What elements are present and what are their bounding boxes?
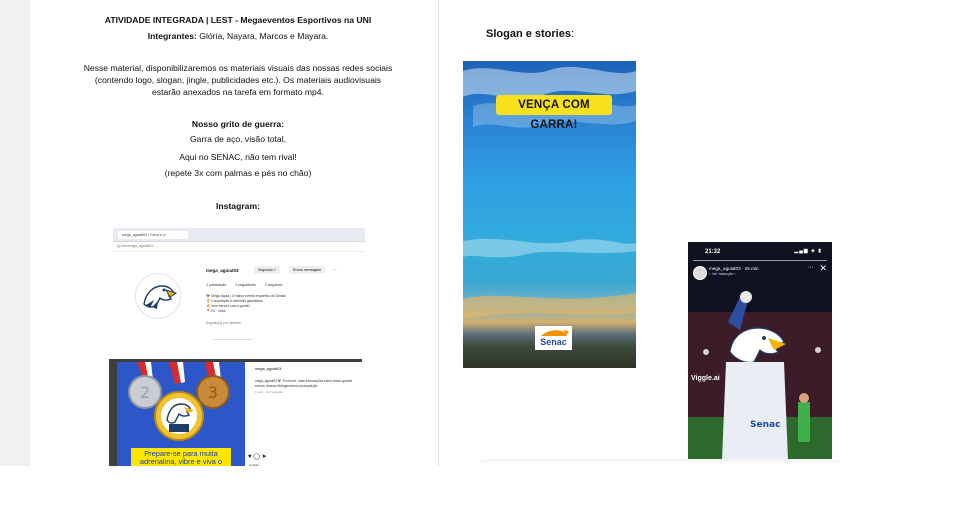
senac-logo-text: Senac: [540, 337, 567, 347]
followers-count: 2 seguidores: [235, 283, 256, 287]
viggle-watermark: Viggle.ai: [691, 375, 720, 382]
document-margin: [0, 0, 30, 468]
post-action-icons: ♥ ◯ ➤: [248, 454, 267, 460]
profile-bio: 🦅 Mega Águia | O maior evento esportivo …: [206, 294, 326, 314]
phone-clock: 21:32: [705, 249, 721, 255]
bottom-whitespace: [0, 466, 960, 509]
slogan-stories-heading: Slogan e stories:: [486, 28, 574, 40]
browser-address-bar: ig.com/mega_aguiatt03: [113, 242, 365, 252]
following-button: Seguindo ˅: [254, 266, 280, 274]
war-cry-line-1: Garra de aço, visão total,: [189, 134, 286, 144]
story-progress-bar: [693, 260, 827, 261]
svg-text:2: 2: [140, 383, 150, 402]
followed-by: Seguido(a) por: gellarra: [206, 321, 241, 325]
bio-line: 📍 RJ · mais: [206, 309, 226, 313]
profile-divider: [213, 339, 253, 340]
intro-paragraph: Nesse material, disponibilizaremos os ma…: [83, 63, 393, 97]
svg-text:3: 3: [208, 383, 218, 402]
browser-tab: mega_aguiatt03 • Fotos e ví: [118, 231, 188, 239]
browser-tabbar: mega_aguiatt03 • Fotos e ví: [113, 228, 365, 242]
svg-text:Senac: Senac: [750, 420, 780, 430]
war-cry-title: Nosso grito de guerra:: [191, 119, 285, 129]
bottom-shadow: [480, 459, 840, 465]
eagle-avatar: [135, 273, 181, 319]
message-button: Enviar mensagem: [289, 266, 326, 274]
post-image: 2 3 Prepare-se para muita adrenalina, vi…: [117, 362, 245, 469]
following-count: 2 seguindo: [264, 283, 283, 287]
members-names: Glória, Nayara, Marcos e Mayara.: [196, 31, 329, 41]
profile-username: mega_aguiat03: [206, 268, 239, 273]
senac-logo: Senac: [535, 326, 572, 350]
close-icon[interactable]: ✕: [819, 263, 827, 274]
post-caption: mega_aguiat03 🦅 Em breve, mais informaçõ…: [255, 379, 353, 388]
war-cry-line-2: Aqui no SENAC, não tem rival!: [179, 152, 297, 162]
page-divider: [438, 0, 439, 468]
heading-text: Slogan e stories: [486, 28, 571, 40]
document-title: ATIVIDADE INTEGRADA | LEST - Megaeventos…: [104, 15, 372, 25]
story-avatar: [693, 266, 707, 280]
members-line: Integrantes: Glória, Nayara, Marcos e Ma…: [60, 30, 416, 42]
posts-count: 1 publicação: [206, 283, 227, 287]
post-username: mega_aguiat03: [255, 367, 282, 371]
slogan-label: VENÇA COM GARRA!: [496, 95, 612, 131]
members-label: Integrantes:: [147, 31, 197, 41]
post-sidebar: mega_aguiat03 mega_aguiat03 🦅 Em breve, …: [245, 362, 362, 469]
story-username: mega_aguiat03 · 25 min: [709, 266, 759, 271]
more-options-icon: ···: [333, 268, 337, 272]
post-time: 1 sem · Ver tradução: [255, 390, 283, 394]
instagram-post-screenshot: 2 3 Prepare-se para muita adrenalina, vi…: [109, 359, 362, 469]
instagram-heading: Instagram:: [216, 201, 260, 211]
heading-colon: :: [570, 28, 575, 40]
story-phone-screenshot: Senac 21:32 ▂▄▆ ◈ ▮ mega_aguiat03 · 25 m…: [688, 242, 832, 460]
story-subtitle: ♪ Ver tradução ›: [709, 272, 736, 276]
more-options-icon[interactable]: ···: [807, 264, 814, 271]
instagram-profile-screenshot: mega_aguiatt03 • Fotos e ví ig.com/mega_…: [113, 228, 365, 343]
war-cry-line-3: (repete 3x com palmas e pés no chão): [164, 168, 312, 178]
phone-status-icons: ▂▄▆ ◈ ▮: [794, 248, 822, 254]
profile-stats: 1 publicação 2 seguidores 2 seguindo: [206, 283, 291, 287]
